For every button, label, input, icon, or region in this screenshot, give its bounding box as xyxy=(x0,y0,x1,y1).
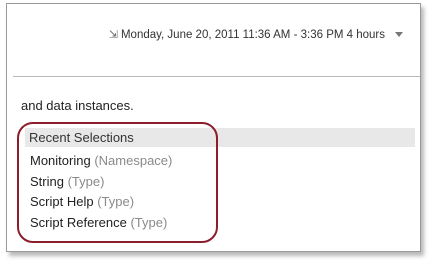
recent-item-type: (Namespace) xyxy=(94,153,173,168)
recent-item-monitoring[interactable]: Monitoring (Namespace) xyxy=(30,151,172,172)
time-range-icon: ⇲ xyxy=(108,29,118,41)
time-range-selector[interactable]: ⇲ Monday, June 20, 2011 11:36 AM - 3:36 … xyxy=(109,28,403,41)
search-panel: ⇲ Monday, June 20, 2011 11:36 AM - 3:36 … xyxy=(6,3,421,252)
chevron-down-icon[interactable] xyxy=(395,32,403,37)
separator xyxy=(13,76,420,77)
recent-item-script-reference[interactable]: Script Reference (Type) xyxy=(30,213,172,234)
recent-item-name: String xyxy=(30,173,64,189)
recent-item-script-help[interactable]: Script Help (Type) xyxy=(30,192,172,213)
recent-item-string[interactable]: String (Type) xyxy=(30,172,172,193)
recent-item-name: Script Help xyxy=(30,194,94,209)
recent-item-type: (Type) xyxy=(67,173,105,189)
time-range-label[interactable]: Monday, June 20, 2011 11:36 AM - 3:36 PM… xyxy=(121,29,385,41)
recent-item-type: (Type) xyxy=(97,194,135,209)
recent-item-type: (Type) xyxy=(130,214,168,230)
recent-item-name: Monitoring xyxy=(30,153,91,168)
recent-selections-list: Monitoring (Namespace) String (Type) Scr… xyxy=(30,151,172,233)
recent-selections-header: Recent Selections xyxy=(25,128,415,147)
recent-item-name: Script Reference xyxy=(30,214,127,230)
description-text: and data instances. xyxy=(21,98,134,113)
